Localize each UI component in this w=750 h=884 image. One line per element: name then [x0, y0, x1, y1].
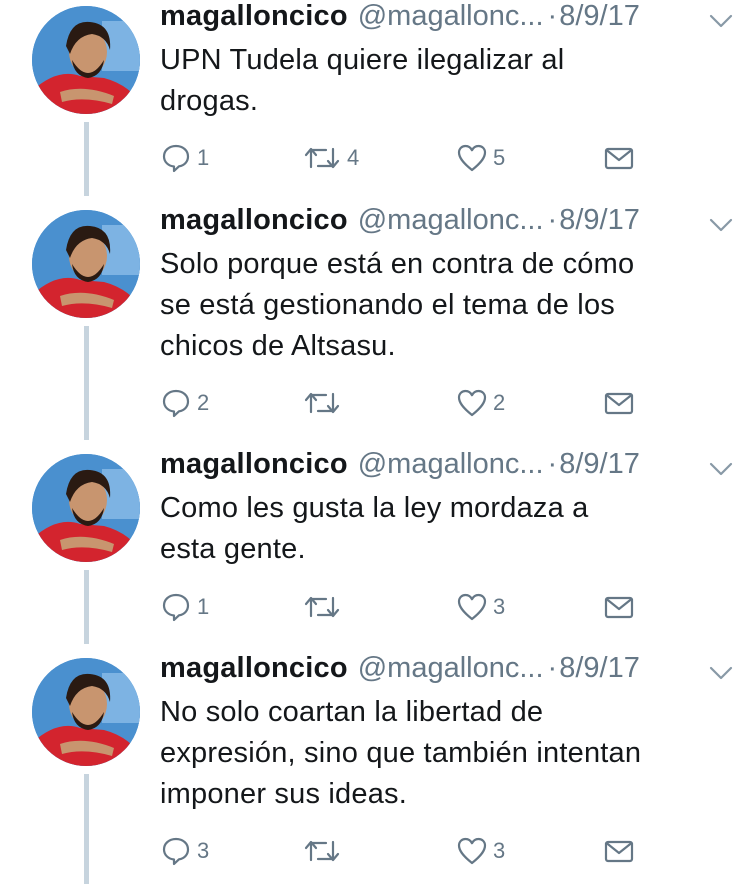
avatar-image — [32, 658, 140, 766]
handle[interactable]: @magallonc... — [358, 652, 544, 684]
handle[interactable]: @magallonc... — [358, 448, 544, 480]
separator-dot: · — [547, 0, 558, 32]
timestamp[interactable]: 8/9/17 — [559, 204, 640, 236]
handle[interactable]: @magallonc... — [358, 204, 544, 236]
tweet-text-line: Solo porque está en contra de cómo — [160, 248, 635, 280]
like-button[interactable]: 3 — [456, 591, 505, 623]
tweet-header: magalloncico @magallonc... ·8/9/17 — [160, 204, 735, 244]
chevron-down-icon[interactable] — [707, 10, 735, 32]
separator-dot: · — [547, 448, 558, 480]
like-count: 5 — [493, 145, 506, 170]
heart-icon — [457, 389, 487, 417]
like-button[interactable]: 3 — [456, 835, 505, 867]
action-bar: 1 4 5 — [160, 142, 640, 182]
retweet-icon — [304, 840, 340, 862]
reply-count: 1 — [197, 594, 210, 619]
reply-count: 3 — [197, 838, 210, 863]
tweet-text-line: drogas. — [160, 85, 259, 117]
heart-icon — [457, 837, 487, 865]
heart-icon — [457, 144, 487, 172]
timestamp[interactable]: 8/9/17 — [559, 448, 640, 480]
like-count: 2 — [493, 390, 506, 415]
envelope-icon — [604, 147, 634, 170]
action-bar: 2 2 — [160, 387, 640, 427]
like-count: 3 — [493, 838, 506, 863]
avatar[interactable] — [32, 6, 140, 114]
thread-line — [84, 570, 89, 644]
tweet-text-line: expresión, sino que también intentan — [160, 737, 642, 769]
retweet-button[interactable] — [302, 387, 347, 419]
avatar-image — [32, 454, 140, 562]
chevron-down-icon[interactable] — [707, 458, 735, 480]
display-name[interactable]: magalloncico — [160, 652, 348, 684]
avatar-image — [32, 6, 140, 114]
tweet-text: Como les gusta la ley mordaza a esta gen… — [160, 488, 730, 570]
tweet-text-line: se está gestionando el tema de los — [160, 289, 615, 321]
reply-icon — [162, 593, 190, 622]
reply-button[interactable]: 1 — [160, 142, 209, 174]
tweet[interactable]: magalloncico @magallonc... ·8/9/17 UPN Tud… — [0, 0, 750, 200]
thread-line — [84, 326, 89, 440]
tweet[interactable]: magalloncico @magallonc... ·8/9/17 Solo po… — [0, 202, 750, 442]
action-bar: 3 3 — [160, 835, 640, 875]
envelope-icon — [604, 392, 634, 415]
retweet-count: 4 — [347, 145, 360, 170]
tweet-text-line: chicos de Altsasu. — [160, 330, 396, 362]
like-count: 3 — [493, 594, 506, 619]
direct-message-button[interactable] — [604, 387, 634, 419]
tweet-text-line: UPN Tudela quiere ilegalizar al — [160, 44, 565, 76]
display-name[interactable]: magalloncico — [160, 204, 348, 236]
tweet-header: magalloncico @magallonc... ·8/9/17 — [160, 448, 735, 488]
tweet-text-line: imponer sus ideas. — [160, 778, 407, 810]
handle[interactable]: @magallonc... — [358, 0, 544, 32]
tweet-header: magalloncico @magallonc... ·8/9/17 — [160, 0, 735, 40]
tweet-text: UPN Tudela quiere ilegalizar al drogas. — [160, 40, 730, 122]
like-button[interactable]: 5 — [456, 142, 505, 174]
display-name[interactable]: magalloncico — [160, 448, 348, 480]
reply-button[interactable]: 3 — [160, 835, 209, 867]
action-bar: 1 3 — [160, 591, 640, 631]
timestamp[interactable]: 8/9/17 — [559, 0, 640, 32]
envelope-icon — [604, 840, 634, 863]
reply-icon — [162, 144, 190, 173]
avatar-image — [32, 210, 140, 318]
retweet-icon — [304, 596, 340, 618]
reply-button[interactable]: 2 — [160, 387, 209, 419]
direct-message-button[interactable] — [604, 142, 634, 174]
tweet-text-line: Como les gusta la ley mordaza a — [160, 492, 589, 524]
timestamp[interactable]: 8/9/17 — [559, 652, 640, 684]
envelope-icon — [604, 596, 634, 619]
avatar[interactable] — [32, 454, 140, 562]
like-button[interactable]: 2 — [456, 387, 505, 419]
retweet-icon — [304, 147, 340, 169]
reply-count: 2 — [197, 390, 210, 415]
chevron-down-icon[interactable] — [707, 214, 735, 236]
display-name[interactable]: magalloncico — [160, 0, 348, 32]
retweet-button[interactable]: 4 — [302, 142, 359, 174]
heart-icon — [457, 593, 487, 621]
tweet-text-line: No solo coartan la libertad de — [160, 696, 544, 728]
thread-line — [84, 774, 89, 884]
separator-dot: · — [547, 652, 558, 684]
tweet-header: magalloncico @magallonc... ·8/9/17 — [160, 652, 735, 692]
retweet-icon — [304, 392, 340, 414]
reply-icon — [162, 837, 190, 866]
retweet-button[interactable] — [302, 835, 347, 867]
retweet-button[interactable] — [302, 591, 347, 623]
tweet[interactable]: magalloncico @magallonc... ·8/9/17 No solo… — [0, 652, 750, 884]
chevron-down-icon[interactable] — [707, 662, 735, 684]
direct-message-button[interactable] — [604, 835, 634, 867]
thread-line — [84, 122, 89, 196]
tweet-text: No solo coartan la libertad de expresión… — [160, 692, 730, 815]
tweet-text: Solo porque está en contra de cómo se es… — [160, 244, 730, 367]
reply-icon — [162, 389, 190, 418]
avatar[interactable] — [32, 210, 140, 318]
tweet[interactable]: magalloncico @magallonc... ·8/9/17 Como le… — [0, 448, 750, 648]
tweet-text-line: esta gente. — [160, 533, 306, 565]
reply-count: 1 — [197, 145, 210, 170]
direct-message-button[interactable] — [604, 591, 634, 623]
avatar[interactable] — [32, 658, 140, 766]
separator-dot: · — [547, 204, 558, 236]
reply-button[interactable]: 1 — [160, 591, 209, 623]
